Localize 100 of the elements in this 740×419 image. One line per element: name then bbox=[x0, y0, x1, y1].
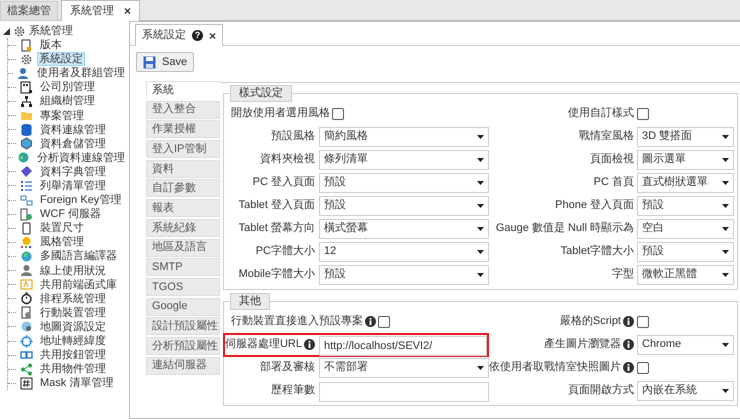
tree-item[interactable]: 資料字典管理 bbox=[37, 164, 109, 179]
tree-item[interactable]: 共用前端函式庫 bbox=[37, 278, 120, 292]
tree-item[interactable]: 地址轉經緯度 bbox=[37, 334, 109, 348]
side-tab[interactable]: 設計預設屬性 bbox=[146, 317, 220, 336]
info-icon[interactable] bbox=[623, 362, 634, 373]
tree-item[interactable]: 系統管理 bbox=[29, 22, 73, 40]
top-tab[interactable]: 系統管理 × bbox=[61, 0, 140, 21]
tree-item[interactable]: 風格管理 bbox=[37, 235, 87, 250]
checkbox[interactable] bbox=[378, 316, 390, 328]
dropdown[interactable]: 直式樹狀選單 bbox=[637, 172, 734, 192]
side-tab[interactable]: 系統 bbox=[146, 81, 220, 99]
tablet-icon bbox=[20, 306, 33, 320]
caret-icon bbox=[722, 180, 729, 184]
info-icon[interactable] bbox=[365, 316, 376, 327]
dropdown[interactable]: 預設 bbox=[319, 196, 489, 216]
caret-icon bbox=[722, 134, 729, 138]
document-tab[interactable]: 系統設定 ? × bbox=[135, 24, 224, 46]
caret-icon bbox=[722, 158, 729, 162]
field-label: 歷程筆數 bbox=[271, 383, 315, 398]
field-label: 伺服器處理URL bbox=[224, 337, 302, 352]
close-icon[interactable]: × bbox=[124, 5, 132, 17]
tree-item[interactable]: 專案管理 bbox=[37, 108, 87, 123]
checkbox[interactable] bbox=[637, 362, 649, 374]
caret-icon bbox=[477, 204, 484, 208]
dropdown[interactable]: 圖示選單 bbox=[637, 150, 734, 170]
caret-icon bbox=[722, 204, 729, 208]
dropdown[interactable]: 橫式螢幕 bbox=[319, 218, 489, 238]
tree-item[interactable]: 資料連線管理 bbox=[37, 122, 109, 137]
dropdown[interactable]: 不需部署 bbox=[319, 358, 489, 378]
tree-item[interactable]: 行動裝置管理 bbox=[37, 306, 109, 320]
tree-item[interactable]: 列舉清單管理 bbox=[37, 178, 109, 193]
tree-item[interactable]: 分析資料連線管理 bbox=[34, 150, 128, 165]
field-label: Gauge 數值是 Null 時顯示為 bbox=[496, 220, 634, 236]
side-tab[interactable]: TGOS bbox=[146, 278, 220, 296]
close-icon[interactable]: × bbox=[209, 30, 216, 42]
dropdown[interactable]: Chrome bbox=[637, 334, 734, 354]
input-field[interactable]: http://localhost/SEVI2/ bbox=[319, 336, 487, 356]
info-icon[interactable] bbox=[623, 316, 634, 327]
share-icon bbox=[20, 362, 33, 376]
tree-item[interactable]: 共用物件管理 bbox=[37, 362, 109, 376]
save-button[interactable]: Save bbox=[136, 52, 194, 72]
tree-item[interactable]: Mask 清單管理 bbox=[37, 376, 116, 390]
side-tab[interactable]: 自訂參數 bbox=[146, 179, 220, 198]
side-tab[interactable]: Google bbox=[146, 298, 220, 316]
field-label: 字型 bbox=[612, 266, 634, 282]
help-icon[interactable]: ? bbox=[192, 30, 203, 41]
dropdown[interactable]: 預設 bbox=[637, 196, 734, 216]
checkbox[interactable] bbox=[637, 316, 649, 328]
side-tab[interactable]: SMTP bbox=[146, 258, 220, 276]
tree-item[interactable]: 多國語言編譯器 bbox=[37, 249, 120, 264]
expand-toggle-icon[interactable] bbox=[3, 28, 10, 34]
dropdown[interactable]: 微軟正黑體 bbox=[637, 264, 734, 284]
dropdown[interactable]: 預設 bbox=[319, 172, 489, 192]
tree-item[interactable]: 組織樹管理 bbox=[37, 94, 98, 108]
checkbox[interactable] bbox=[637, 108, 649, 120]
tree-item[interactable]: 版本 bbox=[37, 38, 65, 52]
link-icon bbox=[20, 194, 33, 207]
tree-item[interactable]: WCF 伺服器 bbox=[37, 207, 104, 222]
person-icon bbox=[20, 264, 33, 278]
side-tab[interactable]: 登入整合 bbox=[146, 100, 220, 119]
dropdown[interactable]: 簡約風格 bbox=[319, 126, 489, 146]
tree-item[interactable]: 裝置尺寸 bbox=[37, 221, 87, 236]
dropdown[interactable]: 12 bbox=[319, 242, 489, 262]
field-label: 嚴格的Script bbox=[560, 314, 621, 330]
hierarchy-icon bbox=[20, 94, 33, 108]
field-label: PC字體大小 bbox=[256, 244, 315, 260]
dropdown[interactable]: 3D 雙搭面 bbox=[637, 126, 734, 146]
caret-icon bbox=[477, 180, 484, 184]
tree-item[interactable]: Foreign Key管理 bbox=[37, 193, 124, 208]
dropdown[interactable]: 內嵌在系統 bbox=[637, 380, 734, 400]
side-tab[interactable]: 連結伺服器 bbox=[146, 356, 220, 375]
caret-icon bbox=[722, 226, 729, 230]
field-label: 產生圖片瀏覽器 bbox=[544, 337, 621, 352]
side-tab[interactable]: 報表 bbox=[146, 199, 220, 218]
top-tab[interactable]: 檔案總管 bbox=[0, 1, 58, 21]
side-tab[interactable]: 資料 bbox=[146, 160, 220, 178]
tree-item[interactable]: 共用按鈕管理 bbox=[37, 348, 109, 362]
tree-item[interactable]: 線上使用狀況 bbox=[37, 264, 109, 278]
field-label: PC 首頁 bbox=[594, 175, 634, 190]
dropdown[interactable]: 預設 bbox=[637, 242, 734, 262]
input-field[interactable] bbox=[319, 382, 489, 402]
tree-item[interactable]: 排程系統管理 bbox=[37, 292, 109, 306]
dropdown[interactable]: 預設 bbox=[319, 264, 489, 284]
tree-item[interactable]: 地圖資源設定 bbox=[37, 320, 109, 334]
side-tab[interactable]: 分析預設屬性 bbox=[146, 336, 220, 355]
dropdown[interactable]: 空白 bbox=[637, 218, 734, 238]
dropdown[interactable]: 條列清單 bbox=[319, 150, 489, 170]
side-tab[interactable]: 登入IP管制 bbox=[146, 140, 220, 158]
side-tab[interactable]: 地區及語言 bbox=[146, 238, 220, 256]
tree-item[interactable]: 使用者及群組管理 bbox=[34, 66, 128, 80]
checkbox[interactable] bbox=[332, 108, 344, 120]
field-label: 開放使用者選用風格 bbox=[231, 106, 330, 122]
side-tab[interactable]: 作業授權 bbox=[146, 120, 220, 138]
info-icon[interactable] bbox=[623, 339, 634, 350]
side-tab[interactable]: 系統紀錄 bbox=[146, 218, 220, 237]
user-icon bbox=[17, 66, 30, 80]
info-icon[interactable] bbox=[304, 339, 315, 350]
tree-item[interactable]: 資料倉儲管理 bbox=[37, 136, 109, 151]
tree-item[interactable]: 系統設定 bbox=[37, 52, 85, 66]
tree-item[interactable]: 公司別管理 bbox=[37, 80, 98, 94]
